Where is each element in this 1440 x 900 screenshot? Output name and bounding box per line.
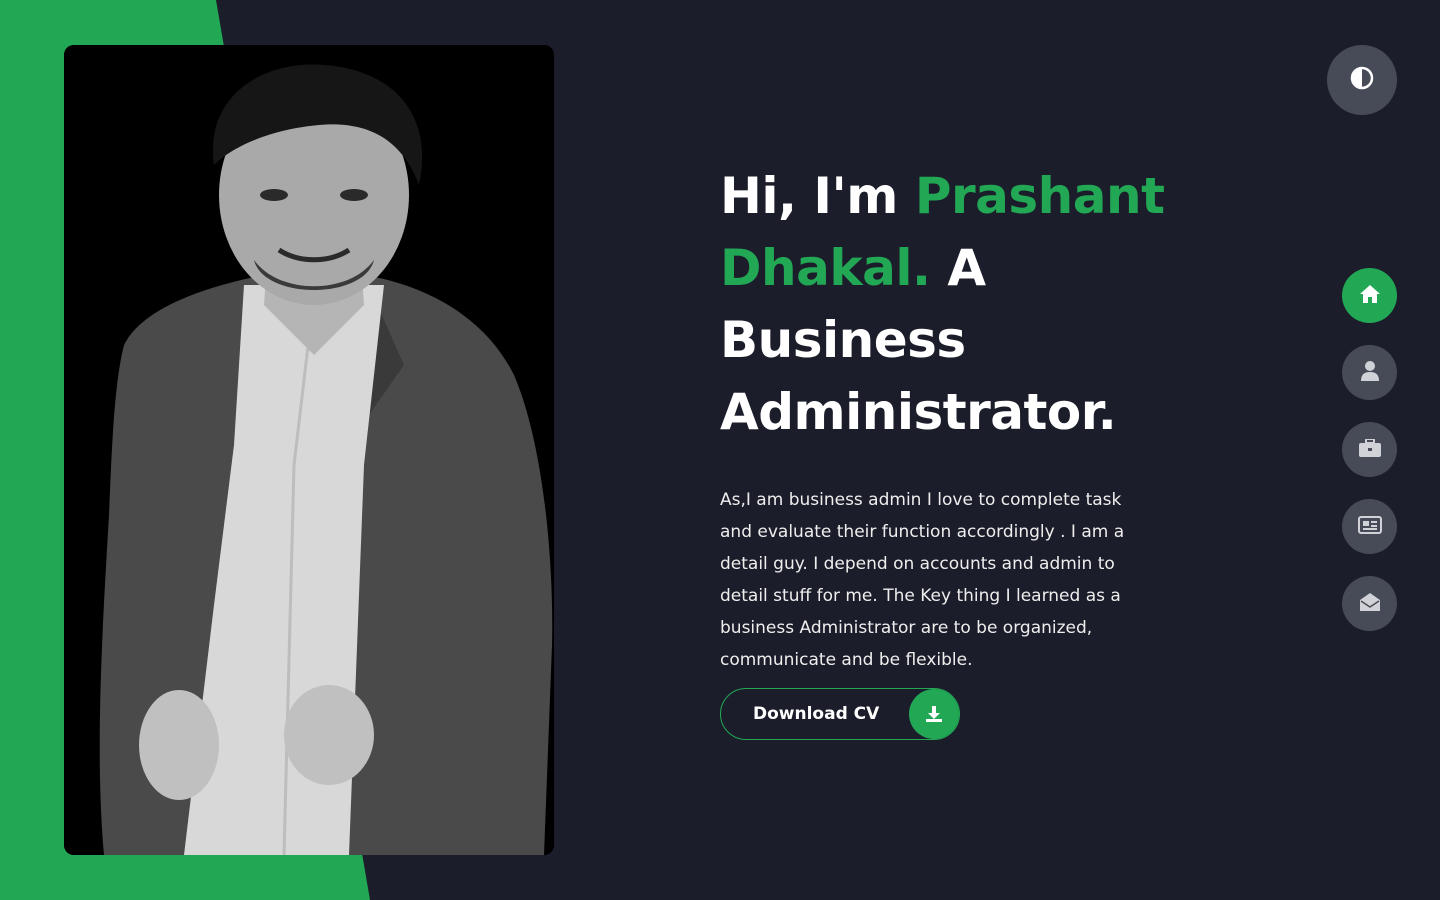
role-word-2: Administrator. <box>720 383 1117 441</box>
name-last: Dhakal. <box>720 239 931 297</box>
home-icon <box>1359 284 1381 308</box>
nav-item-portfolio[interactable] <box>1342 422 1397 477</box>
nav-item-home[interactable] <box>1342 268 1397 323</box>
role-prefix: A <box>947 239 986 297</box>
greeting-text: Hi, I'm <box>720 167 898 225</box>
name-first: Prashant <box>914 167 1165 225</box>
briefcase-icon <box>1358 437 1381 461</box>
hero-headline: Hi, I'm Prashant Dhakal. A Business Admi… <box>720 160 1190 448</box>
side-navigation <box>1342 268 1397 653</box>
download-icon <box>909 689 959 739</box>
envelope-open-icon <box>1359 592 1380 616</box>
download-cv-label: Download CV <box>753 704 880 724</box>
newspaper-icon <box>1357 515 1382 538</box>
page: Hi, I'm Prashant Dhakal. A Business Admi… <box>0 0 1440 900</box>
profile-photo <box>64 45 554 855</box>
theme-toggle-button[interactable] <box>1327 45 1397 115</box>
user-icon <box>1360 360 1379 385</box>
bio-paragraph: As,I am business admin I love to complet… <box>720 490 1125 670</box>
role-word-1: Business <box>720 311 966 369</box>
nav-item-blog[interactable] <box>1342 499 1397 554</box>
download-cv-button[interactable]: Download CV <box>720 688 960 740</box>
nav-item-about[interactable] <box>1342 345 1397 400</box>
intro-section: Hi, I'm Prashant Dhakal. A Business Admi… <box>720 160 1190 676</box>
nav-item-contact[interactable] <box>1342 576 1397 631</box>
contrast-icon <box>1350 66 1374 94</box>
portrait-image <box>64 45 554 855</box>
